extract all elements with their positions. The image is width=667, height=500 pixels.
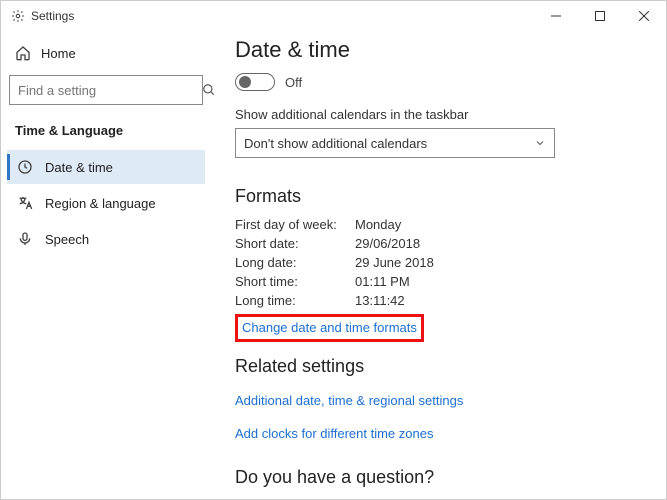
search-icon — [202, 83, 216, 97]
settings-app-icon — [11, 9, 25, 23]
sidebar-item-label: Region & language — [45, 196, 156, 211]
search-box[interactable] — [9, 75, 203, 105]
title-left: Settings — [11, 9, 74, 23]
format-key: Long date: — [235, 255, 355, 270]
toggle-switch[interactable] — [235, 73, 275, 91]
toggle-label: Off — [285, 75, 302, 90]
titlebar: Settings — [1, 1, 666, 31]
format-key: Short time: — [235, 274, 355, 289]
window-controls — [534, 1, 666, 31]
language-icon — [17, 195, 33, 211]
question-heading: Do you have a question? — [235, 467, 648, 488]
window-title: Settings — [31, 9, 74, 23]
format-row: Long date:29 June 2018 — [235, 255, 648, 270]
sidebar-heading: Time & Language — [7, 117, 205, 148]
sidebar-item-speech[interactable]: Speech — [7, 222, 205, 256]
format-row: Long time:13:11:42 — [235, 293, 648, 308]
toggle-knob — [239, 76, 251, 88]
search-input[interactable] — [10, 79, 202, 102]
maximize-button[interactable] — [578, 1, 622, 31]
add-clocks-link[interactable]: Add clocks for different time zones — [235, 426, 433, 441]
body: Home Time & Language Date & time Reg — [1, 31, 666, 499]
minimize-button[interactable] — [534, 1, 578, 31]
chevron-down-icon — [534, 137, 546, 149]
content[interactable]: Date & time Off Show additional calendar… — [211, 31, 666, 499]
change-formats-link[interactable]: Change date and time formats — [242, 320, 417, 335]
clock-icon — [17, 159, 33, 175]
sidebar-item-label: Date & time — [45, 160, 113, 175]
sidebar-item-date-time[interactable]: Date & time — [7, 150, 205, 184]
toggle-row: Off — [235, 73, 648, 91]
page-title: Date & time — [235, 37, 648, 63]
format-key: Short date: — [235, 236, 355, 251]
format-row: Short date:29/06/2018 — [235, 236, 648, 251]
calendars-select[interactable]: Don't show additional calendars — [235, 128, 555, 158]
sidebar-item-region-language[interactable]: Region & language — [7, 186, 205, 220]
close-button[interactable] — [622, 1, 666, 31]
formats-heading: Formats — [235, 186, 648, 207]
microphone-icon — [17, 231, 33, 247]
format-key: First day of week: — [235, 217, 355, 232]
sidebar-item-label: Speech — [45, 232, 89, 247]
format-value: 29/06/2018 — [355, 236, 420, 251]
settings-window: Settings Home Time & Language — [0, 0, 667, 500]
home-icon — [15, 45, 31, 61]
calendars-select-value: Don't show additional calendars — [244, 136, 427, 151]
home-button[interactable]: Home — [7, 39, 205, 67]
additional-settings-link[interactable]: Additional date, time & regional setting… — [235, 393, 463, 408]
format-value: 29 June 2018 — [355, 255, 434, 270]
format-key: Long time: — [235, 293, 355, 308]
format-value: Monday — [355, 217, 401, 232]
calendars-label: Show additional calendars in the taskbar — [235, 107, 648, 122]
sidebar: Home Time & Language Date & time Reg — [1, 31, 211, 499]
format-value: 13:11:42 — [355, 293, 405, 308]
format-row: Short time:01:11 PM — [235, 274, 648, 289]
highlight-box: Change date and time formats — [235, 314, 424, 342]
format-row: First day of week:Monday — [235, 217, 648, 232]
related-heading: Related settings — [235, 356, 648, 377]
home-label: Home — [41, 46, 76, 61]
format-value: 01:11 PM — [355, 274, 410, 289]
